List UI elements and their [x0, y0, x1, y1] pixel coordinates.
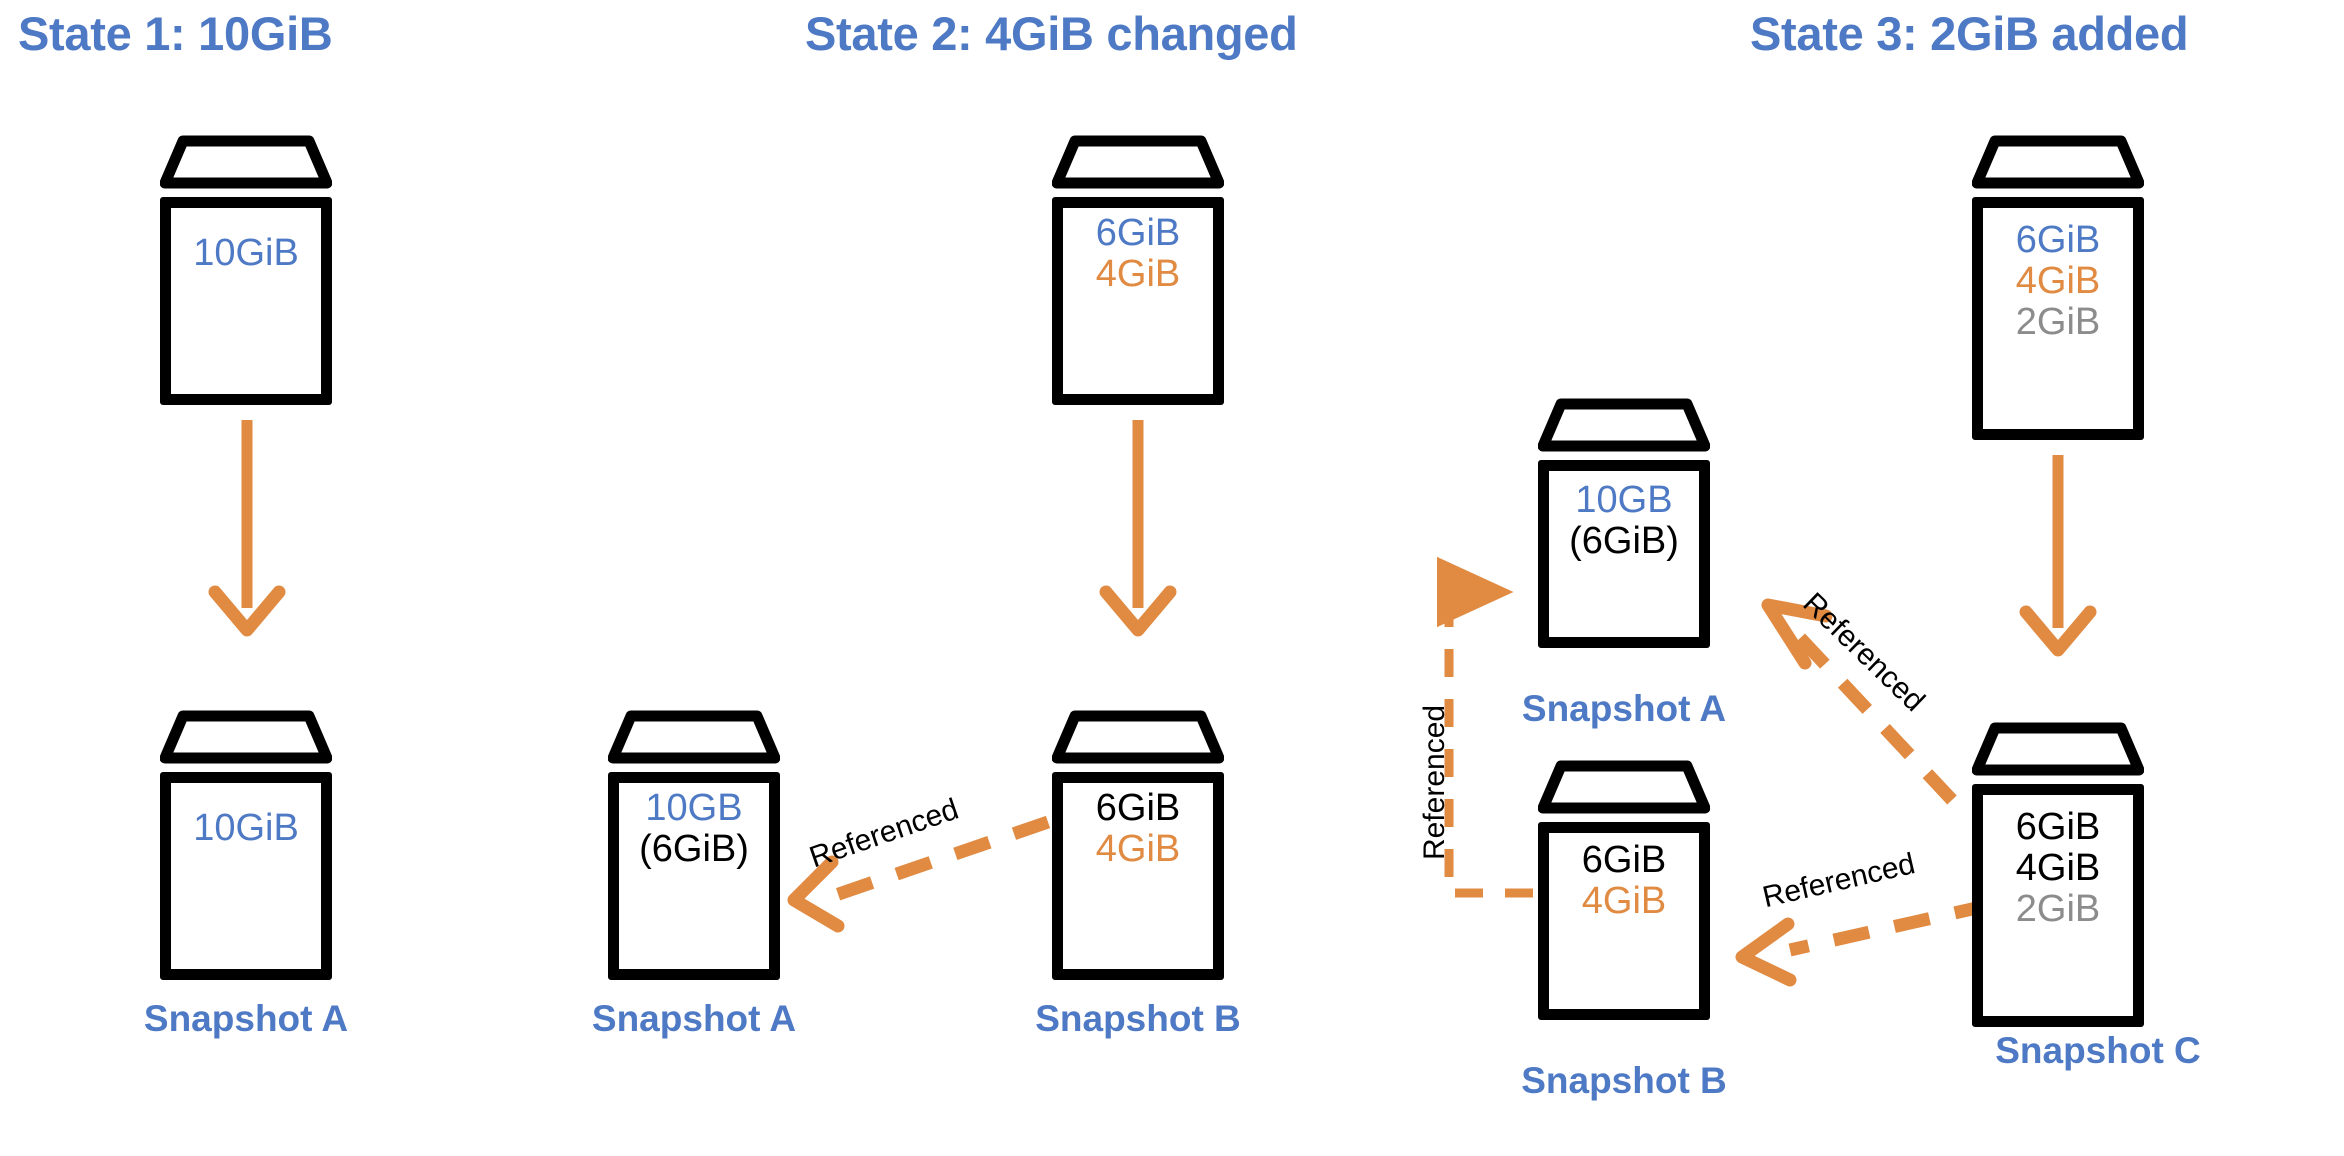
volume-line: 2GiB [2015, 301, 2101, 344]
caption-state3-snapshot-c: Snapshot C [1995, 1030, 2201, 1071]
state-3-title: State 3: 2GiB added [1750, 7, 2189, 60]
bucket-lid-icon [1052, 710, 1224, 764]
volume-line: 6GiB [1581, 839, 1667, 881]
edge-label-state3-c-to-b-referenced: Referenced [1759, 847, 1919, 915]
bucket-lid-icon [1972, 135, 2144, 189]
bucket-lid-icon [1538, 760, 1710, 814]
edge-label-state2-referenced: Referenced [805, 792, 963, 875]
volume-state3-snapshot-a-lines: 10GB (6GiB) [1538, 479, 1710, 563]
volume-line: 4GiB [1581, 880, 1667, 923]
volume-state3-source-lines: 6GiB 4GiB 2GiB [1972, 219, 2144, 344]
caption-state3-snapshot-a: Snapshot A [1521, 688, 1727, 729]
caption-state2-snapshot-b: Snapshot B [1035, 998, 1241, 1039]
volume-state1-snapshot-a-lines: 10GiB [160, 807, 332, 849]
volume-state2-snapshot-b: 6GiB 4GiB [1052, 710, 1224, 980]
volume-state3-snapshot-c: 6GiB 4GiB 2GiB [1972, 722, 2144, 1027]
volume-line: 10GB [1575, 479, 1673, 521]
volume-state1-source: 10GiB [160, 135, 332, 405]
volume-state2-snapshot-a: 10GB (6GiB) [608, 710, 780, 980]
volume-line: 4GiB [1095, 828, 1181, 871]
bucket-lid-icon [608, 710, 780, 764]
volume-line: 4GiB [2015, 847, 2101, 890]
volume-line: 10GiB [193, 232, 299, 274]
volume-state2-source: 6GiB 4GiB [1052, 135, 1224, 405]
volume-state3-snapshot-a: 10GB (6GiB) [1538, 398, 1710, 648]
volume-state2-snapshot-b-lines: 6GiB 4GiB [1052, 787, 1224, 871]
volume-state3-snapshot-b-lines: 6GiB 4GiB [1538, 839, 1710, 923]
volume-state2-source-lines: 6GiB 4GiB [1052, 212, 1224, 296]
volume-state1-snapshot-a: 10GiB [160, 710, 332, 980]
state-2-title: State 2: 4GiB changed [805, 7, 1298, 60]
caption-state2-snapshot-a: Snapshot A [591, 998, 797, 1039]
volume-state3-snapshot-c-lines: 6GiB 4GiB 2GiB [1972, 806, 2144, 931]
volume-state3-source: 6GiB 4GiB 2GiB [1972, 135, 2144, 440]
caption-state3-snapshot-b: Snapshot B [1521, 1060, 1727, 1101]
volume-line: 6GiB [2015, 219, 2101, 261]
bucket-lid-icon [160, 135, 332, 189]
volume-line: 4GiB [2015, 260, 2101, 303]
volume-line: (6GiB) [639, 828, 749, 871]
bucket-lid-icon [1538, 398, 1710, 452]
volume-line: 2GiB [2015, 888, 2101, 931]
edge-label-state3-b-to-a-referenced: Referenced [1418, 704, 1451, 860]
edge-label-state3-c-to-a-referenced: Referenced [1796, 586, 1931, 719]
diagram-canvas: State 1: 10GiB State 2: 4GiB changed Sta… [0, 0, 2344, 1156]
volume-state3-snapshot-b: 6GiB 4GiB [1538, 760, 1710, 1020]
volume-line: 6GiB [1095, 787, 1181, 829]
bucket-lid-icon [1972, 722, 2144, 776]
arrow-state3-source-to-snapshot-c [2019, 455, 2097, 657]
bucket-lid-icon [160, 710, 332, 764]
volume-line: 10GiB [193, 807, 299, 849]
caption-state1-snapshot-a: Snapshot A [143, 998, 349, 1039]
volume-line: 4GiB [1095, 253, 1181, 296]
volume-line: 10GB [645, 787, 743, 829]
volume-line: 6GiB [2015, 806, 2101, 848]
state-1-title: State 1: 10GiB [18, 7, 333, 60]
bucket-lid-icon [1052, 135, 1224, 189]
edge-state3-snapshot-c-to-snapshot-b [1735, 898, 1992, 987]
volume-state2-snapshot-a-lines: 10GB (6GiB) [608, 787, 780, 871]
edge-state3-snapshot-b-to-snapshot-a [1437, 556, 1533, 898]
arrow-state1-source-to-snapshot-a [208, 420, 286, 637]
arrow-state2-source-to-snapshot-b [1099, 420, 1177, 637]
volume-line: 6GiB [1095, 212, 1181, 254]
volume-state1-source-lines: 10GiB [160, 232, 332, 274]
volume-line: (6GiB) [1569, 520, 1679, 563]
